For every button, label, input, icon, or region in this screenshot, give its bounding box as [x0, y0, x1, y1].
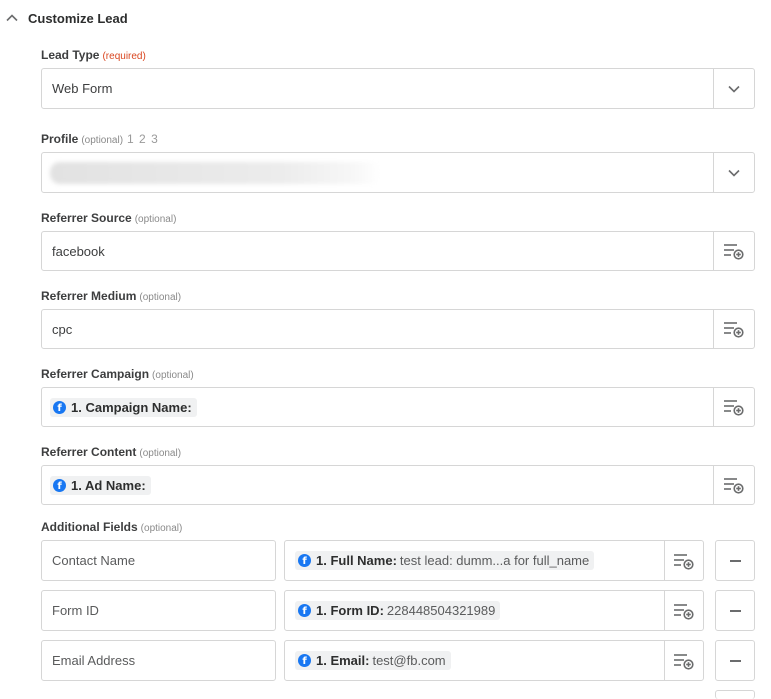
additional-field-value-input[interactable]: f 1. Email: test@fb.com: [284, 640, 704, 681]
remove-field-button[interactable]: [715, 540, 755, 581]
referrer-medium-input[interactable]: cpc: [41, 309, 755, 349]
profile-dropdown-button[interactable]: [713, 153, 754, 192]
referrer-source-input[interactable]: facebook: [41, 231, 755, 271]
profile-value: [42, 153, 713, 192]
insert-data-icon: [724, 400, 744, 416]
facebook-icon: f: [53, 478, 66, 492]
additional-field-key-input[interactable]: Email Address: [41, 640, 276, 681]
lead-type-value: Web Form: [52, 81, 113, 96]
remove-field-button[interactable]: [715, 590, 755, 631]
optional-tag: (optional): [152, 370, 194, 381]
referrer-content-insert-data-button[interactable]: [713, 466, 754, 504]
insert-data-icon: [724, 478, 744, 494]
referrer-medium-label-text: Referrer Medium: [41, 289, 137, 303]
lead-type-dropdown-button[interactable]: [713, 69, 754, 108]
insert-data-icon: [724, 244, 744, 260]
data-pill[interactable]: f 1. Email: test@fb.com: [295, 651, 451, 670]
facebook-icon: f: [298, 604, 311, 617]
chevron-down-icon: [728, 169, 740, 177]
minus-icon: [729, 609, 741, 612]
data-pill[interactable]: f 1. Campaign Name:: [50, 397, 197, 417]
data-pill[interactable]: f 1. Full Name: test lead: dumm...a for fu…: [295, 551, 595, 570]
referrer-content-label-text: Referrer Content: [41, 445, 137, 459]
section-title: Customize Lead: [28, 10, 128, 26]
lead-type-label: Lead Type (required): [41, 48, 146, 62]
pill-key: 1. Email:: [316, 653, 370, 668]
pill-key: 1. Form ID:: [316, 603, 384, 618]
profile-redacted-value: [50, 161, 380, 184]
lead-type-label-text: Lead Type: [41, 48, 100, 62]
facebook-icon: f: [298, 654, 311, 667]
pill-key: 1. Full Name:: [316, 553, 397, 568]
additional-field-value: f 1. Email: test@fb.com: [285, 641, 664, 680]
additional-field-value-input[interactable]: f 1. Form ID: 228448504321989: [284, 590, 704, 631]
referrer-source-value: facebook: [52, 243, 105, 259]
profile-steps: 1 2 3: [127, 132, 159, 146]
lead-type-select[interactable]: Web Form: [41, 68, 755, 109]
facebook-icon: f: [53, 400, 66, 414]
facebook-icon: f: [298, 554, 311, 567]
remove-field-button[interactable]: [715, 640, 755, 681]
chevron-up-icon: [6, 14, 18, 22]
profile-label: Profile (optional) 1 2 3: [41, 132, 159, 146]
additional-field-key-input[interactable]: Contact Name: [41, 540, 276, 581]
chevron-down-icon: [728, 85, 740, 93]
optional-tag: (optional): [134, 214, 177, 225]
insert-data-icon: [674, 603, 694, 620]
referrer-content-label: Referrer Content (optional): [41, 445, 181, 459]
referrer-source-insert-data-button[interactable]: [713, 232, 754, 270]
referrer-campaign-label-text: Referrer Campaign: [41, 367, 150, 381]
minus-icon: [729, 559, 741, 562]
pill-value: test@fb.com: [372, 653, 446, 668]
optional-tag: (optional): [81, 135, 124, 146]
referrer-campaign-value: f 1. Campaign Name:: [42, 388, 713, 426]
optional-tag: (optional): [140, 523, 183, 534]
optional-tag: (optional): [139, 448, 182, 459]
additional-field-insert-data-button[interactable]: [664, 641, 703, 680]
pill-key: 1. Ad Name:: [71, 477, 146, 493]
referrer-campaign-label: Referrer Campaign (optional): [41, 367, 194, 381]
additional-field-insert-data-button[interactable]: [664, 541, 703, 580]
pill-value: 228448504321989: [386, 603, 496, 618]
additional-field-value-input[interactable]: f 1. Full Name: test lead: dumm...a for fu…: [284, 540, 704, 581]
referrer-source-label-text: Referrer Source: [41, 211, 132, 225]
additional-field-value: f 1. Full Name: test lead: dumm...a for fu…: [285, 541, 664, 580]
referrer-medium-insert-data-button[interactable]: [713, 310, 754, 348]
additional-field-key-input[interactable]: Form ID: [41, 590, 276, 631]
required-tag: (required): [102, 51, 146, 62]
pill-value: test lead: dumm...a for full_name: [399, 553, 590, 568]
profile-select[interactable]: [41, 152, 755, 193]
insert-data-icon: [674, 553, 694, 570]
insert-data-icon: [724, 322, 744, 338]
data-pill[interactable]: f 1. Form ID: 228448504321989: [295, 601, 501, 620]
additional-fields-label-text: Additional Fields: [41, 520, 138, 534]
referrer-medium-label: Referrer Medium (optional): [41, 289, 181, 303]
referrer-content-value: f 1. Ad Name:: [42, 466, 713, 504]
data-pill[interactable]: f 1. Ad Name:: [50, 475, 151, 495]
referrer-campaign-input[interactable]: f 1. Campaign Name:: [41, 387, 755, 427]
customize-lead-toggle[interactable]: Customize Lead: [4, 8, 128, 28]
pill-key: 1. Campaign Name:: [71, 399, 192, 415]
optional-tag: (optional): [139, 292, 182, 303]
additional-field-insert-data-button[interactable]: [664, 591, 703, 630]
remove-field-button[interactable]: [715, 690, 755, 699]
referrer-source-label: Referrer Source (optional): [41, 211, 176, 225]
referrer-content-input[interactable]: f 1. Ad Name:: [41, 465, 755, 505]
insert-data-icon: [674, 653, 694, 670]
additional-fields-label: Additional Fields (optional): [41, 520, 182, 534]
referrer-medium-value: cpc: [52, 321, 73, 337]
minus-icon: [729, 659, 741, 662]
profile-label-text: Profile: [41, 132, 79, 146]
additional-field-value: f 1. Form ID: 228448504321989: [285, 591, 664, 630]
referrer-campaign-insert-data-button[interactable]: [713, 388, 754, 426]
